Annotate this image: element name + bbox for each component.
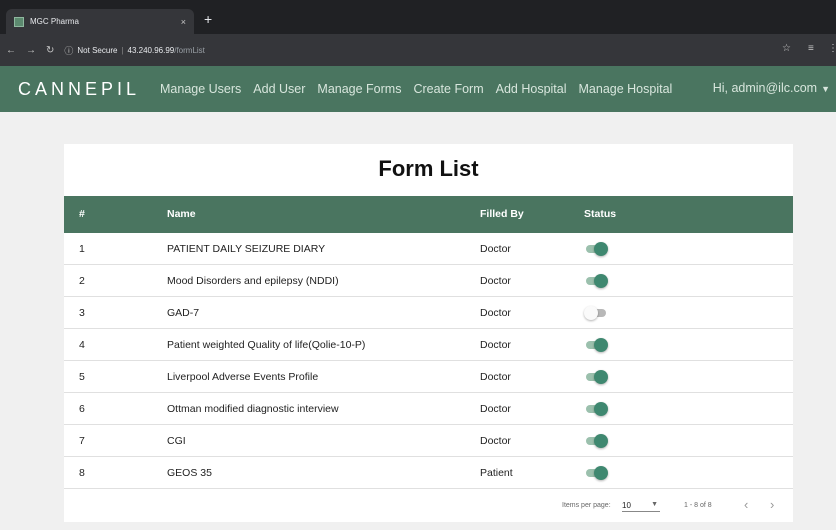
row-filled-by: Doctor <box>480 435 511 447</box>
row-number: 7 <box>79 435 85 447</box>
user-menu[interactable]: Hi, admin@ilc.com ▼ <box>713 81 830 95</box>
row-filled-by: Doctor <box>480 275 511 287</box>
url-host: 43.240.96.99 <box>127 45 175 55</box>
nav-add-user[interactable]: Add User <box>253 82 305 96</box>
row-number: 5 <box>79 371 85 383</box>
logo: CANNEPIL <box>18 78 141 99</box>
status-toggle[interactable] <box>584 306 608 320</box>
new-tab-icon[interactable]: + <box>204 12 212 26</box>
next-page-icon[interactable]: › <box>770 497 774 512</box>
reload-icon[interactable]: ↻ <box>46 45 54 56</box>
paginator: Items per page: 10 ▼ 1 - 8 of 8 ‹ › <box>64 493 793 519</box>
row-name: Liverpool Adverse Events Profile <box>167 371 319 383</box>
page-size-value: 10 <box>622 501 631 510</box>
row-filled-by: Doctor <box>480 307 511 319</box>
forward-icon[interactable]: → <box>26 45 36 56</box>
row-filled-by: Doctor <box>480 371 511 383</box>
address-bar: ← → ↻ ⓘ Not Secure | 43.240.96.99 /formL… <box>0 34 836 66</box>
column-header-number: # <box>79 208 85 220</box>
row-name: Mood Disorders and epilepsy (NDDI) <box>167 275 339 287</box>
table-row: 1 PATIENT DAILY SEIZURE DIARY Doctor <box>64 233 793 265</box>
nav-create-form[interactable]: Create Form <box>413 82 483 96</box>
row-filled-by: Doctor <box>480 243 511 255</box>
items-per-page-label: Items per page: <box>562 502 611 509</box>
row-number: 1 <box>79 243 85 255</box>
row-name: GAD-7 <box>167 307 200 319</box>
browser-tab[interactable]: MGC Pharma × <box>6 9 194 34</box>
page-title: Form List <box>378 156 479 181</box>
row-name: PATIENT DAILY SEIZURE DIARY <box>167 243 326 255</box>
status-toggle[interactable] <box>584 402 608 416</box>
close-tab-icon[interactable]: × <box>181 17 186 27</box>
page-size-select[interactable]: 10 ▼ <box>622 498 660 512</box>
nav-manage-hospital[interactable]: Manage Hospital <box>579 82 673 96</box>
status-toggle[interactable] <box>584 242 608 256</box>
table-row: 6 Ottman modified diagnostic interview D… <box>64 393 793 425</box>
nav-manage-forms[interactable]: Manage Forms <box>317 82 401 96</box>
table-row: 7 CGI Doctor <box>64 425 793 457</box>
row-number: 6 <box>79 403 85 415</box>
tab-title: MGC Pharma <box>30 17 79 26</box>
browser-tab-bar: MGC Pharma × + <box>0 0 836 34</box>
info-icon[interactable]: ⓘ <box>64 44 73 57</box>
app-header: CANNEPIL Manage Users Add User Manage Fo… <box>0 66 836 112</box>
menu-dots-icon[interactable]: ⋮ <box>828 43 836 54</box>
main-nav: Manage Users Add User Manage Forms Creat… <box>160 82 684 96</box>
table-row: 4 Patient weighted Quality of life(Qolie… <box>64 329 793 361</box>
url-separator: | <box>121 45 124 55</box>
status-toggle[interactable] <box>584 434 608 448</box>
user-greeting: Hi, admin@ilc.com <box>712 81 818 95</box>
row-name: Ottman modified diagnostic interview <box>167 403 339 415</box>
url-path: /formList <box>174 45 205 55</box>
column-header-status: Status <box>584 208 617 220</box>
nav-manage-users[interactable]: Manage Users <box>160 82 241 96</box>
table-row: 8 GEOS 35 Patient <box>64 457 793 489</box>
status-toggle[interactable] <box>584 274 608 288</box>
row-name: CGI <box>167 435 186 447</box>
page-range-label: 1 - 8 of 8 <box>684 502 712 509</box>
previous-page-icon[interactable]: ‹ <box>744 497 748 512</box>
row-number: 8 <box>79 467 85 479</box>
column-header-name: Name <box>167 208 196 220</box>
chevron-down-icon: ▼ <box>821 84 830 94</box>
security-label: Not Secure <box>77 45 118 55</box>
extension-icon[interactable]: ≡ <box>808 43 814 54</box>
dropdown-caret-icon: ▼ <box>651 501 658 508</box>
row-number: 4 <box>79 339 85 351</box>
table-row: 2 Mood Disorders and epilepsy (NDDI) Doc… <box>64 265 793 297</box>
column-header-filled-by: Filled By <box>480 208 524 220</box>
row-filled-by: Doctor <box>480 403 511 415</box>
table-row: 5 Liverpool Adverse Events Profile Docto… <box>64 361 793 393</box>
row-filled-by: Patient <box>480 467 513 479</box>
row-filled-by: Doctor <box>480 339 511 351</box>
url-field[interactable]: ⓘ Not Secure | 43.240.96.99 /formList <box>64 44 205 57</box>
row-name: GEOS 35 <box>167 467 212 479</box>
row-number: 2 <box>79 275 85 287</box>
favicon-icon <box>14 16 24 27</box>
form-list-card: Form List # Name Filled By Status 1 PATI… <box>64 144 793 522</box>
back-icon[interactable]: ← <box>6 45 16 56</box>
status-toggle[interactable] <box>584 370 608 384</box>
table-row: 3 GAD-7 Doctor <box>64 297 793 329</box>
nav-add-hospital[interactable]: Add Hospital <box>496 82 567 96</box>
status-toggle[interactable] <box>584 338 608 352</box>
row-name: Patient weighted Quality of life(Qolie-1… <box>167 339 366 351</box>
status-toggle[interactable] <box>584 466 608 480</box>
table-header: # Name Filled By Status <box>64 196 793 233</box>
row-number: 3 <box>79 307 85 319</box>
bookmark-star-icon[interactable]: ☆ <box>782 43 791 54</box>
